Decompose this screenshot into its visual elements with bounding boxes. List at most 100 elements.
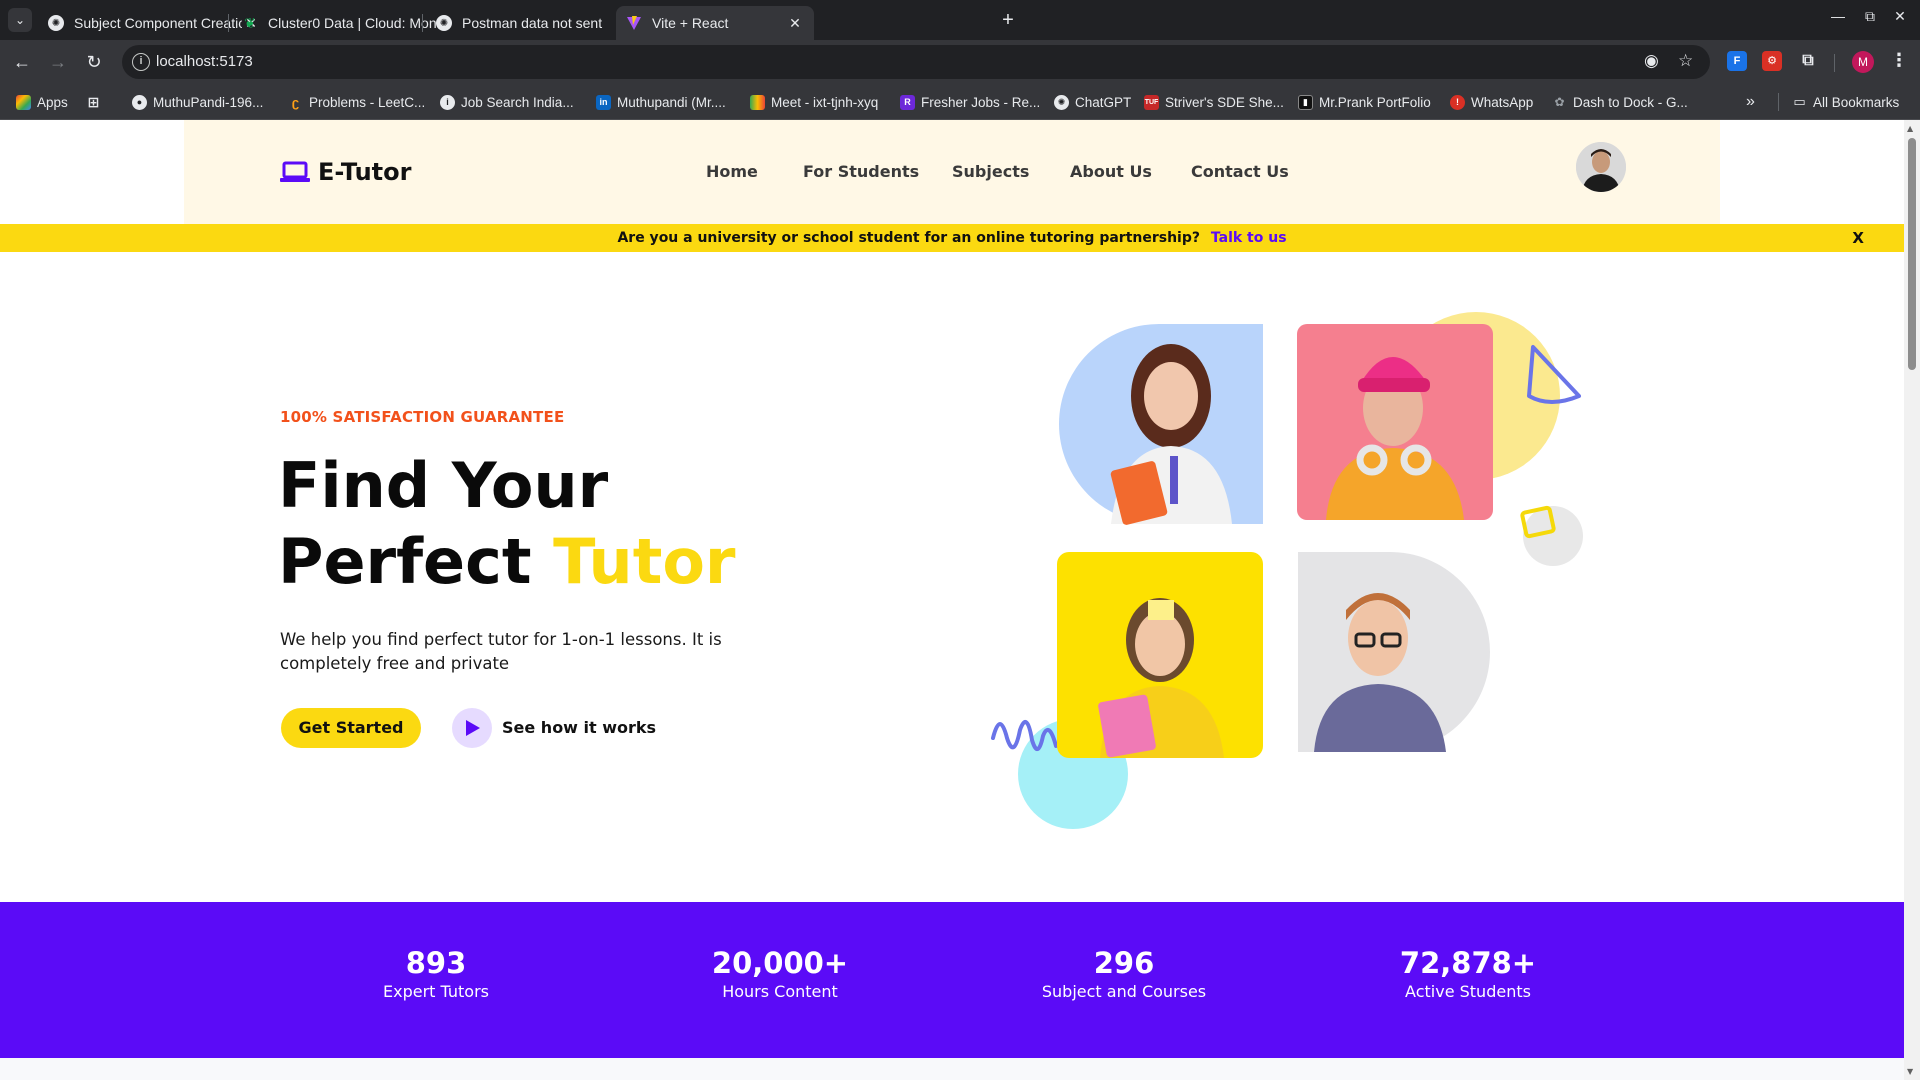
bookmark-item[interactable]: in Muthupandi (Mr.... bbox=[596, 93, 726, 111]
leetcode-icon: ʗ bbox=[291, 94, 300, 110]
tab-divider bbox=[228, 14, 229, 32]
bookmarks-bar: Apps ⊞ ● MuthuPandi-196... ʗ Problems - … bbox=[0, 84, 1920, 120]
stat-active-students: 72,878+ Active Students bbox=[1399, 946, 1537, 1001]
forward-arrow-icon[interactable]: → bbox=[46, 50, 70, 74]
new-tab-button[interactable]: + bbox=[996, 9, 1020, 33]
bookmark-item[interactable]: ✿ Dash to Dock - G... bbox=[1552, 93, 1687, 111]
browser-tab-bar: ⌄ ✺ Subject Component Creatio ✕ ❦ Cluste… bbox=[0, 0, 1920, 40]
next-section bbox=[0, 1058, 1904, 1080]
play-button[interactable] bbox=[452, 708, 492, 748]
reload-icon[interactable]: ↻ bbox=[82, 50, 106, 74]
profile-avatar[interactable]: M bbox=[1852, 51, 1874, 73]
site-header: E-Tutor Home For Students Subjects About… bbox=[184, 120, 1720, 224]
extension-icon[interactable]: F bbox=[1727, 51, 1747, 71]
openai-icon: ✺ bbox=[1054, 94, 1069, 110]
minimize-icon[interactable]: — bbox=[1826, 8, 1850, 24]
more-menu-icon[interactable]: ⋮ bbox=[1890, 50, 1908, 71]
bookmark-item[interactable]: R Fresher Jobs - Re... bbox=[900, 93, 1040, 111]
browser-toolbar: ← → ↻ i localhost:5173 ◉ ☆ F ⚙ ⧉ M ⋮ bbox=[0, 40, 1920, 84]
hero-description: We help you find perfect tutor for 1-on-… bbox=[280, 630, 722, 673]
folder-icon: ▭ bbox=[1793, 94, 1806, 109]
banner-text: Are you a university or school student f… bbox=[617, 230, 1200, 246]
laptop-icon bbox=[280, 161, 310, 182]
close-tab-icon[interactable]: ✕ bbox=[786, 15, 804, 32]
tab-title: Cluster0 Data | Cloud: Mon bbox=[268, 15, 436, 31]
bookmark-item[interactable]: ʗ Problems - LeetC... bbox=[288, 93, 425, 111]
whatsapp-icon: ! bbox=[1450, 94, 1465, 110]
banner-close-button[interactable]: X bbox=[1852, 224, 1864, 252]
bookmark-star-icon[interactable]: ☆ bbox=[1678, 51, 1693, 71]
fresher-jobs-icon: R bbox=[900, 94, 915, 110]
hero-title-highlight: Tutor bbox=[553, 525, 736, 598]
hero-eyebrow: 100% SATISFACTION GUARANTEE bbox=[280, 408, 565, 426]
page-viewport: E-Tutor Home For Students Subjects About… bbox=[0, 120, 1920, 1080]
url-text[interactable]: localhost:5173 bbox=[156, 53, 253, 70]
back-arrow-icon[interactable]: ← bbox=[10, 50, 34, 74]
tab-title: Subject Component Creatio bbox=[74, 15, 242, 31]
scroll-up-icon[interactable]: ▲ bbox=[1907, 124, 1913, 133]
tab-title: Postman data not sent bbox=[462, 15, 603, 31]
scrollbar-thumb[interactable] bbox=[1908, 138, 1916, 370]
bookmark-apps[interactable]: Apps bbox=[16, 93, 68, 111]
bookmark-item[interactable]: ● MuthuPandi-196... bbox=[132, 93, 263, 111]
bookmark-item[interactable]: Meet - ixt-tjnh-xyq bbox=[750, 93, 878, 111]
address-bar[interactable]: i localhost:5173 ◉ ☆ bbox=[122, 45, 1710, 79]
close-window-icon[interactable]: ✕ bbox=[1888, 8, 1912, 25]
scroll-down-icon[interactable]: ▼ bbox=[1907, 1067, 1913, 1076]
page-scrollbar[interactable]: ▲ ▼ bbox=[1904, 120, 1920, 1080]
tab-groups-icon: ⊞ bbox=[87, 93, 100, 110]
talk-to-us-link[interactable]: Talk to us bbox=[1211, 230, 1287, 246]
stats-section: 893 Expert Tutors 20,000+ Hours Content … bbox=[0, 902, 1904, 1058]
bookmark-item[interactable]: i Job Search India... bbox=[440, 93, 574, 111]
see-how-it-works-link[interactable]: See how it works bbox=[502, 718, 656, 737]
github-icon: ● bbox=[132, 94, 147, 110]
eye-icon[interactable]: ◉ bbox=[1644, 51, 1659, 71]
tab-title: Vite + React bbox=[652, 15, 729, 31]
stat-subjects-courses: 296 Subject and Courses bbox=[1041, 946, 1207, 1001]
vite-icon bbox=[626, 15, 642, 31]
hero-title-line1: Find Your bbox=[278, 449, 609, 522]
nav-home[interactable]: Home bbox=[706, 162, 758, 181]
mongodb-leaf-icon: ❦ bbox=[244, 14, 256, 31]
tab-search-chevron-icon[interactable]: ⌄ bbox=[8, 8, 32, 32]
site-logo[interactable]: E-Tutor bbox=[280, 158, 411, 186]
nav-about-us[interactable]: About Us bbox=[1070, 162, 1152, 181]
portfolio-icon: ▮ bbox=[1298, 94, 1313, 110]
hero-title: Find Your Perfect Tutor bbox=[278, 448, 736, 600]
site-info-icon[interactable]: i bbox=[132, 53, 150, 71]
linkedin-icon: in bbox=[596, 94, 611, 110]
stat-expert-tutors: 893 Expert Tutors bbox=[383, 946, 489, 1001]
nav-contact-us[interactable]: Contact Us bbox=[1191, 162, 1289, 181]
stat-hours-content: 20,000+ Hours Content bbox=[711, 946, 849, 1001]
info-icon: i bbox=[440, 94, 455, 110]
openai-icon: ✺ bbox=[48, 15, 64, 31]
apps-grid-icon bbox=[16, 94, 31, 110]
bookmark-item[interactable]: ▮ Mr.Prank PortFolio bbox=[1298, 93, 1431, 111]
bookmarks-divider bbox=[1778, 93, 1779, 111]
restore-icon[interactable]: ⧉ bbox=[1858, 8, 1882, 25]
logo-text: E-Tutor bbox=[318, 158, 412, 186]
hero-title-line2: Perfect Tutor bbox=[278, 525, 736, 598]
google-meet-icon bbox=[750, 94, 765, 110]
extension-icon[interactable]: ⚙ bbox=[1762, 51, 1782, 71]
browser-tab-active[interactable]: Vite + React ✕ bbox=[616, 6, 814, 40]
toolbar-divider bbox=[1834, 54, 1835, 72]
bookmark-tab-groups[interactable]: ⊞ bbox=[86, 93, 107, 111]
hero-illustration bbox=[991, 312, 1583, 829]
bookmark-item[interactable]: ! WhatsApp bbox=[1450, 93, 1533, 111]
gnome-icon: ✿ bbox=[1554, 95, 1565, 109]
openai-icon: ✺ bbox=[436, 15, 452, 31]
nav-subjects[interactable]: Subjects bbox=[952, 162, 1029, 181]
bookmark-item[interactable]: ✺ ChatGPT bbox=[1054, 93, 1131, 111]
get-started-button[interactable]: Get Started bbox=[281, 708, 421, 748]
tuf-icon: TUF bbox=[1144, 94, 1159, 110]
more-bookmarks-icon[interactable]: » bbox=[1746, 93, 1755, 111]
tab-divider bbox=[422, 14, 423, 32]
all-bookmarks-folder[interactable]: ▭ All Bookmarks bbox=[1792, 93, 1899, 111]
user-avatar[interactable] bbox=[1576, 142, 1626, 192]
play-icon bbox=[466, 720, 480, 736]
bookmark-item[interactable]: TUF Striver's SDE She... bbox=[1144, 93, 1284, 111]
puzzle-extensions-icon[interactable]: ⧉ bbox=[1798, 51, 1818, 71]
partnership-banner: Are you a university or school student f… bbox=[0, 224, 1904, 252]
nav-for-students[interactable]: For Students bbox=[803, 162, 919, 181]
